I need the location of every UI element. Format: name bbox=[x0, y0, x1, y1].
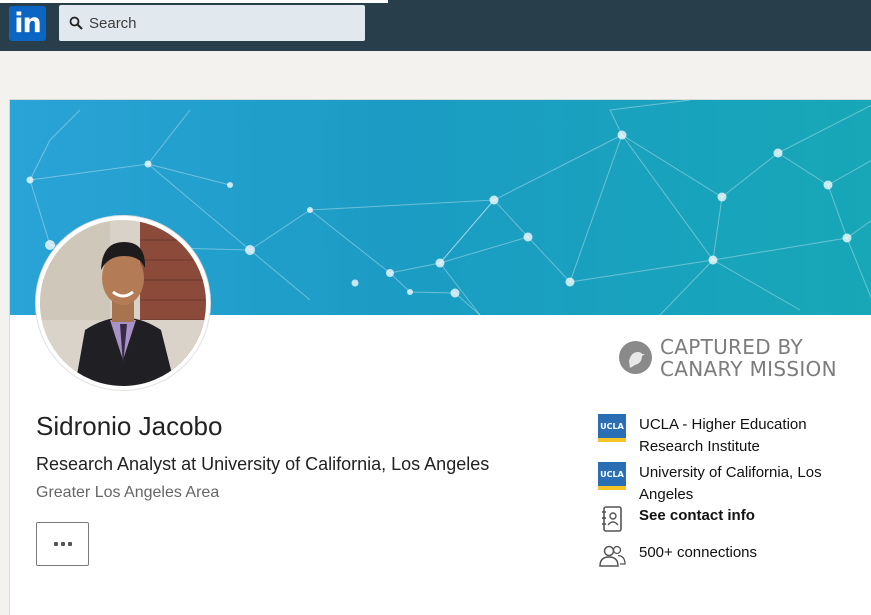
profile-headline: Research Analyst at University of Califo… bbox=[36, 454, 490, 474]
top-strip bbox=[0, 0, 388, 3]
connections-link[interactable]: 500+ connections bbox=[598, 542, 844, 570]
watermark-line-2: CANARY MISSION bbox=[660, 357, 837, 381]
education-link[interactable]: UCLA University of California, Los Angel… bbox=[598, 462, 844, 506]
ucla-logo-icon: UCLA bbox=[598, 414, 626, 442]
canary-bird-icon bbox=[619, 341, 652, 374]
profile-photo-image bbox=[40, 220, 206, 386]
profile-card: CAPTURED BY CANARY MISSION Sidronio Jaco… bbox=[9, 99, 871, 615]
watermark-text: CAPTURED BY CANARY MISSION bbox=[660, 336, 860, 380]
profile-location: Greater Los Angeles Area bbox=[36, 484, 220, 501]
ellipsis-icon bbox=[53, 542, 72, 546]
connections-label: 500+ connections bbox=[639, 544, 758, 561]
canary-mission-watermark: CAPTURED BY CANARY MISSION bbox=[617, 336, 847, 382]
current-company-label: UCLA - Higher Education Research Institu… bbox=[639, 416, 807, 455]
current-company-link[interactable]: UCLA UCLA - Higher Education Research In… bbox=[598, 414, 844, 458]
people-icon bbox=[598, 542, 626, 570]
top-nav-bar: in bbox=[0, 0, 871, 51]
education-label: University of California, Los Angeles bbox=[639, 464, 822, 503]
more-actions-button[interactable] bbox=[36, 522, 89, 566]
see-contact-info-label: See contact info bbox=[639, 507, 755, 524]
ucla-logo-icon: UCLA bbox=[598, 462, 626, 490]
search-icon bbox=[69, 16, 83, 30]
see-contact-info-link[interactable]: See contact info bbox=[598, 505, 844, 533]
search-input[interactable] bbox=[89, 8, 349, 38]
contact-card-icon bbox=[598, 505, 626, 533]
profile-name: Sidronio Jacobo bbox=[36, 411, 223, 441]
watermark-line-1: CAPTURED BY bbox=[660, 335, 803, 359]
search-box[interactable] bbox=[59, 5, 365, 41]
linkedin-logo[interactable]: in bbox=[9, 6, 46, 41]
profile-photo[interactable] bbox=[36, 216, 210, 390]
